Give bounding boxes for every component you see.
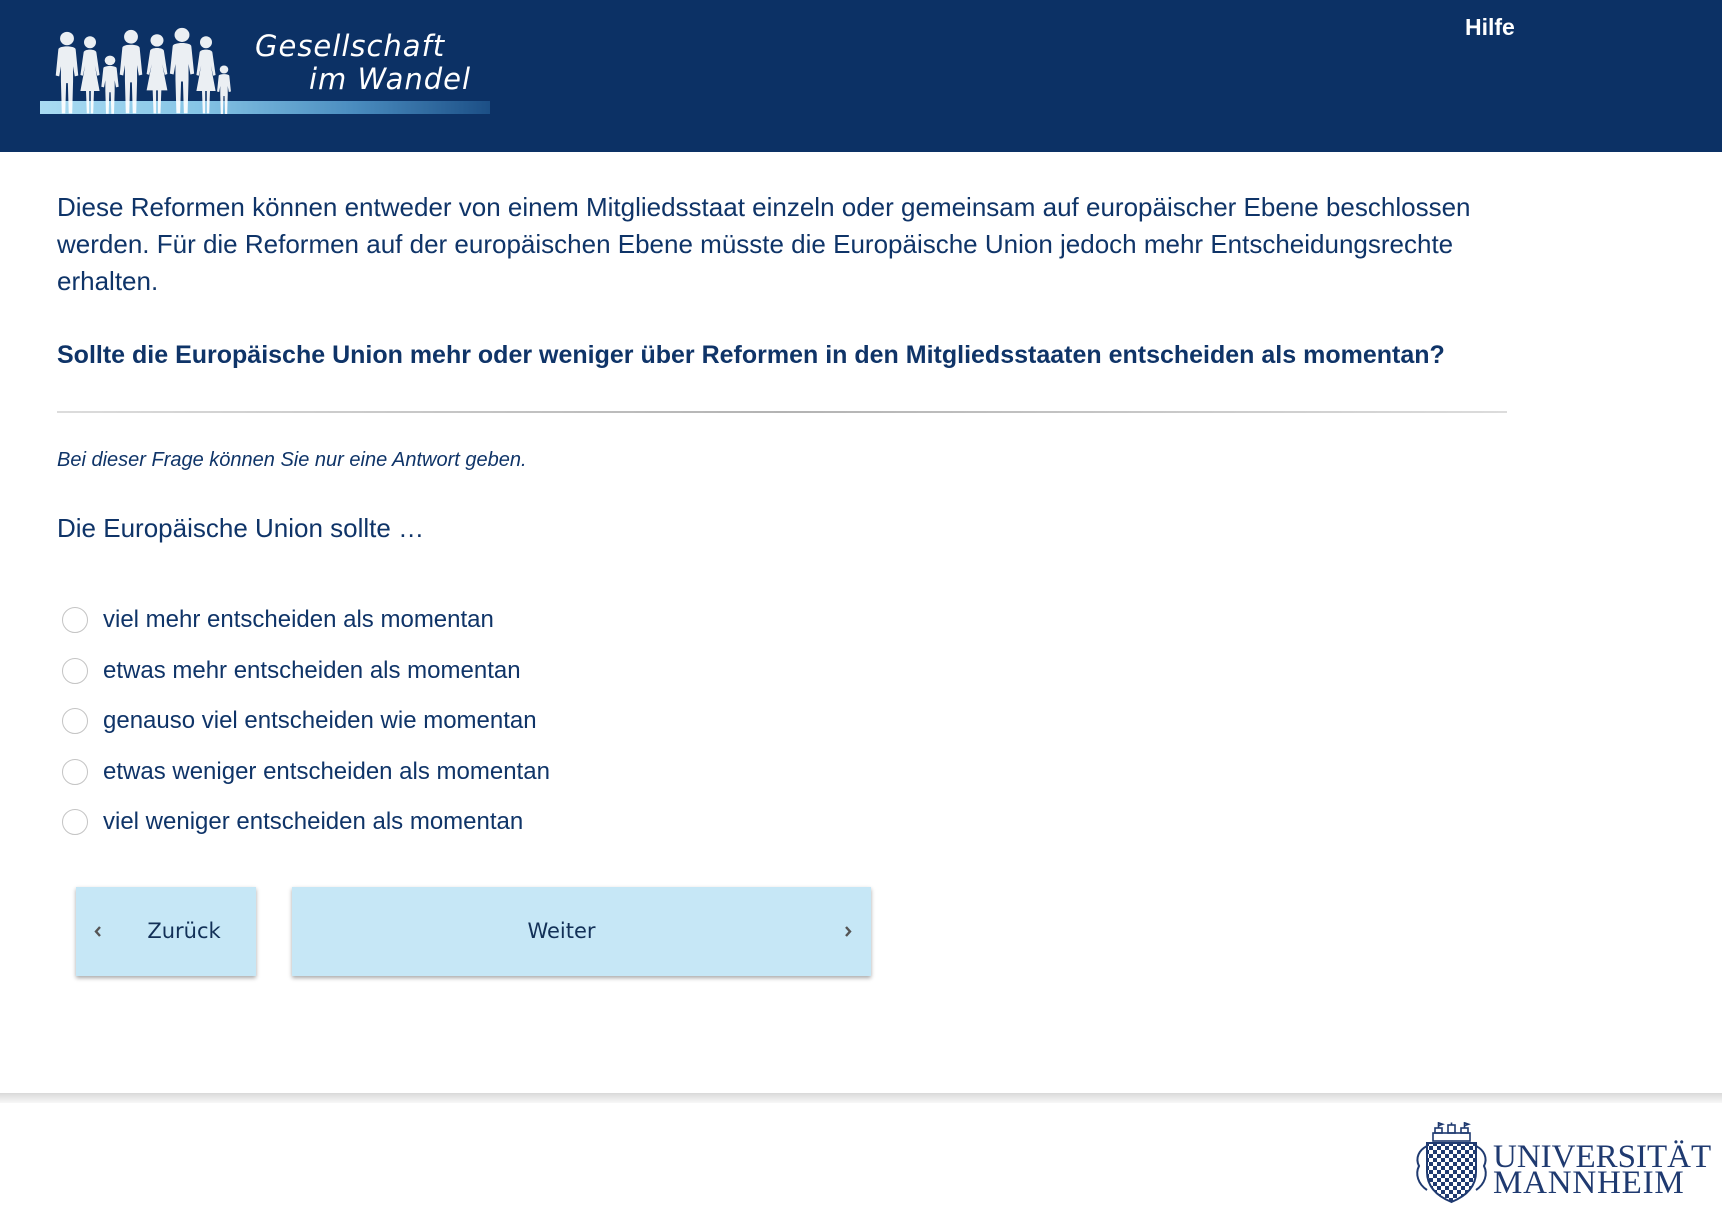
crest-castle xyxy=(1432,1122,1471,1142)
back-button[interactable]: Zurück xyxy=(76,887,256,976)
university-crest-icon xyxy=(1416,1122,1487,1204)
radio-etwas-mehr[interactable] xyxy=(62,657,88,684)
site-logo: Gesellschaft im Wandel xyxy=(40,15,490,130)
option-genauso-viel[interactable]: genauso viel entscheiden wie momentan xyxy=(57,696,857,747)
option-label: etwas weniger entscheiden als momentan xyxy=(103,757,550,785)
question-stem: Die Europäische Union sollte … xyxy=(57,513,425,543)
person-silhouette xyxy=(101,55,119,114)
option-etwas-weniger[interactable]: etwas weniger entscheiden als momentan xyxy=(57,747,857,798)
option-viel-weniger[interactable]: viel weniger entscheiden als momentan xyxy=(57,797,857,848)
radio-genauso-viel[interactable] xyxy=(62,708,88,735)
option-label: etwas mehr entscheiden als momentan xyxy=(103,656,521,684)
university-name-line2: MANNHEIM xyxy=(1493,1165,1685,1201)
logo-text-line2: im Wandel xyxy=(309,62,472,96)
crest-mantling-left xyxy=(1416,1145,1428,1191)
header-bar: Gesellschaft im Wandel Hilfe xyxy=(0,0,1722,152)
question-divider xyxy=(57,411,1507,413)
chevron-left-icon xyxy=(94,926,101,937)
person-silhouette xyxy=(217,65,231,114)
person-silhouette xyxy=(146,34,168,114)
person-silhouette xyxy=(80,36,100,114)
chevron-right-icon xyxy=(845,926,852,937)
option-label: genauso viel entscheiden wie momentan xyxy=(103,707,537,735)
answer-instruction: Bei dieser Frage können Sie nur eine Ant… xyxy=(57,449,527,471)
help-link[interactable]: Hilfe xyxy=(1465,13,1515,41)
person-silhouette xyxy=(169,27,195,114)
radio-etwas-weniger[interactable] xyxy=(62,758,88,785)
crest-mantling-right xyxy=(1475,1145,1487,1191)
option-label: viel weniger entscheiden als momentan xyxy=(103,808,524,836)
back-button-label: Zurück xyxy=(147,919,221,943)
next-button-label: Weiter xyxy=(527,919,596,943)
next-button[interactable]: Weiter xyxy=(292,887,871,976)
radio-viel-weniger[interactable] xyxy=(62,809,88,836)
radio-viel-mehr[interactable] xyxy=(62,607,88,634)
person-silhouette xyxy=(119,29,143,114)
question-title: Sollte die Europäische Union mehr oder w… xyxy=(57,341,1445,369)
answer-options: viel mehr entscheiden als momentan etwas… xyxy=(57,595,857,848)
university-logo: UNIVERSITÄT MANNHEIM xyxy=(1413,1122,1711,1205)
option-label: viel mehr entscheiden als momentan xyxy=(103,606,494,634)
option-etwas-mehr[interactable]: etwas mehr entscheiden als momentan xyxy=(57,646,857,697)
question-intro: Diese Reformen können entweder von einem… xyxy=(57,192,1471,296)
option-viel-mehr[interactable]: viel mehr entscheiden als momentan xyxy=(57,595,857,646)
people-silhouette-icon xyxy=(55,27,231,114)
person-silhouette xyxy=(55,31,79,114)
crest-shield xyxy=(1426,1142,1477,1204)
footer-divider xyxy=(0,1093,1722,1103)
person-silhouette xyxy=(196,36,216,114)
logo-text-line1: Gesellschaft xyxy=(255,29,446,63)
